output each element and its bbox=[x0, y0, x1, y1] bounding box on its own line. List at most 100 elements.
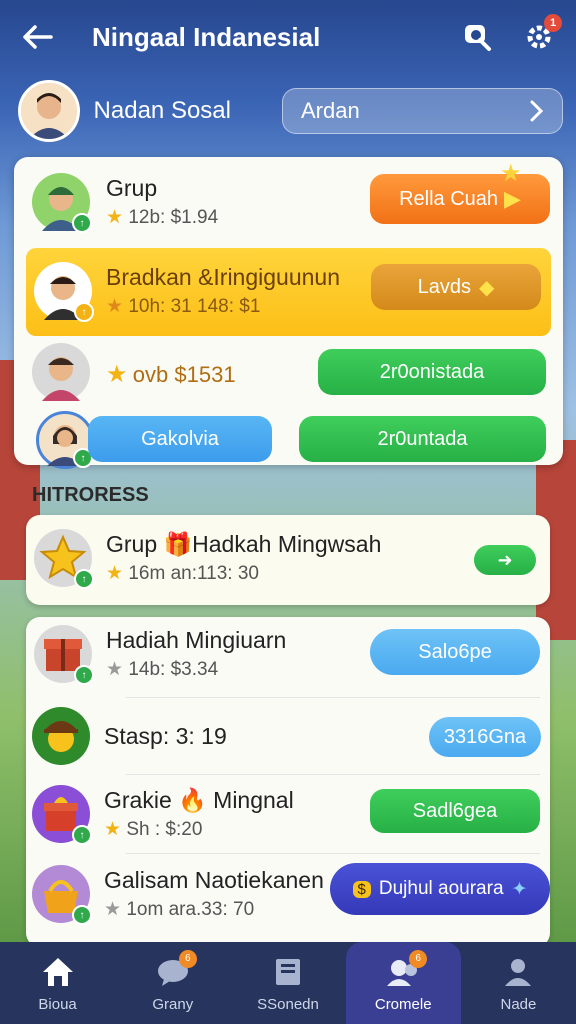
online-badge: ↑ bbox=[72, 825, 92, 845]
star-icon: ★ bbox=[104, 899, 122, 920]
avatar[interactable]: ↑ bbox=[36, 411, 94, 469]
tab-label: Grany bbox=[152, 995, 194, 1013]
item-name: Stasp: 3: 19 bbox=[104, 722, 227, 749]
button-label: 2r0onistada bbox=[379, 360, 485, 383]
star-icon: ★ bbox=[106, 563, 124, 584]
progress-card[interactable]: ↑ Grup 🎁Hadkah Mingwsah ★ 16m an:113: 30… bbox=[26, 515, 550, 605]
tab-label: Nade bbox=[500, 995, 537, 1013]
rewards-card: ↑ Hadiah Mingiuarn ★ 14b: $3.34 Salo6pe … bbox=[26, 617, 550, 947]
3316gna-button[interactable]: 3316Gna bbox=[429, 717, 541, 757]
tab-badge: 6 bbox=[409, 949, 428, 968]
star-icon: ★ bbox=[106, 659, 124, 680]
item-name: Hadiah Mingiuarn bbox=[106, 627, 287, 653]
dujhul-aourara-button[interactable]: $ Dujhul aourara ✦ bbox=[330, 863, 550, 915]
community-icon: 6 bbox=[385, 949, 428, 990]
avatar: ↑ bbox=[34, 262, 94, 322]
home-icon bbox=[40, 954, 76, 990]
notification-badge: 1 bbox=[544, 14, 562, 32]
tab-bioua[interactable]: Bioua bbox=[0, 942, 115, 1024]
star-icon: ★ bbox=[104, 819, 122, 840]
item-name: Grup bbox=[106, 175, 158, 201]
tab-label: SSonedn bbox=[257, 995, 319, 1013]
search-icon bbox=[465, 25, 491, 51]
chat-icon: 6 bbox=[155, 949, 197, 990]
button-label: Rella Cuah bbox=[399, 187, 499, 210]
diamond-icon: ◆ bbox=[478, 276, 495, 299]
user-row: Nadan Sosal Ardan bbox=[18, 80, 563, 142]
search-button[interactable] bbox=[460, 20, 494, 54]
tab-badge: 6 bbox=[178, 949, 197, 968]
avatar: ↑ bbox=[32, 785, 92, 845]
list-item[interactable]: Stasp: 3: 19 bbox=[32, 707, 227, 765]
tab-label: Bioua bbox=[38, 995, 77, 1013]
list-item[interactable]: ↑ Grakie 🔥 Mingnal ★ Sh : $:20 bbox=[32, 785, 294, 845]
search-field[interactable]: Ardan bbox=[282, 88, 563, 134]
sparkle-icon: ★ bbox=[500, 160, 522, 187]
divider bbox=[126, 697, 540, 698]
arrow-left-icon bbox=[23, 25, 53, 49]
item-meta: ovb $1531 bbox=[132, 361, 236, 387]
forward-button[interactable]: ➜ bbox=[474, 545, 536, 575]
avatar[interactable] bbox=[18, 80, 80, 142]
online-badge: ↑ bbox=[74, 569, 94, 589]
button-label: Salo6pe bbox=[418, 640, 492, 663]
item-meta: 12b: $1.94 bbox=[128, 207, 219, 228]
star-icon: ★ bbox=[106, 360, 128, 388]
list-item[interactable]: ↑ Galisam Naotiekanen ★ 1om ara.33: 70 bbox=[32, 865, 324, 925]
avatar bbox=[32, 343, 90, 401]
avatar: ↑ bbox=[32, 865, 92, 925]
list-item[interactable]: ↑ Grup ★ 12b: $1.94 bbox=[32, 173, 219, 233]
profile-icon bbox=[500, 954, 536, 990]
sadl6gea-button[interactable]: Sadl6gea bbox=[370, 789, 540, 833]
divider bbox=[126, 774, 540, 775]
list-item[interactable]: ↑ Hadiah Mingiuarn ★ 14b: $3.34 bbox=[34, 625, 287, 685]
gakolvia-button[interactable]: Gakolvia bbox=[88, 416, 272, 462]
button-label: Lavds bbox=[417, 275, 471, 298]
star-icon: ★ bbox=[106, 296, 124, 317]
avatar: ↑ bbox=[32, 173, 92, 233]
play-icon: ▶ bbox=[504, 186, 521, 211]
search-value: Ardan bbox=[301, 98, 360, 123]
2r0untada-button[interactable]: 2r0untada bbox=[299, 416, 546, 462]
item-meta: 14b: $3.34 bbox=[128, 659, 219, 680]
item-name: Bradkan &Iringiguunun bbox=[106, 264, 340, 290]
online-badge: ↑ bbox=[72, 905, 92, 925]
rella-cuah-button[interactable]: Rella Cuah ▶ bbox=[370, 174, 550, 224]
tab-cromele[interactable]: 6 Cromele bbox=[345, 942, 461, 1024]
rank-badge: ↑ bbox=[74, 302, 94, 322]
tab-grany[interactable]: 6 Grany bbox=[115, 942, 230, 1024]
divider bbox=[126, 853, 540, 854]
settings-button[interactable]: 1 bbox=[522, 14, 562, 54]
avatar: ↑ bbox=[34, 625, 94, 685]
2r0onistada-button[interactable]: 2r0onistada bbox=[318, 349, 546, 395]
item-name: Grakie 🔥 Mingnal bbox=[104, 787, 294, 813]
list-item[interactable]: ★ ovb $1531 bbox=[32, 343, 236, 401]
item-meta: 16m an:113: 30 bbox=[128, 563, 259, 584]
online-badge: ↑ bbox=[72, 213, 92, 233]
coin-icon: $ bbox=[352, 880, 371, 898]
highlighted-list-item[interactable]: ↑ Bradkan &Iringiguunun ★ 10h: 31 148: $… bbox=[26, 248, 551, 336]
online-badge: ↑ bbox=[74, 665, 94, 685]
salo6pe-button[interactable]: Salo6pe bbox=[370, 629, 540, 675]
button-label: Dujhul aourara bbox=[378, 878, 504, 899]
chevron-right-icon bbox=[530, 100, 544, 122]
button-label: 3316Gna bbox=[443, 725, 527, 748]
button-label: Sadl6gea bbox=[412, 799, 498, 822]
top-bar: Ningaal Indanesial 1 bbox=[0, 0, 576, 74]
item-meta: Sh : $:20 bbox=[126, 819, 203, 840]
star-icon: ★ bbox=[106, 207, 124, 228]
page-title: Ningaal Indanesial bbox=[92, 21, 321, 52]
sparkle-icon: ✦ bbox=[511, 878, 528, 900]
tab-label: Cromele bbox=[374, 995, 432, 1013]
back-button[interactable] bbox=[20, 19, 56, 55]
tab-nade[interactable]: Nade bbox=[461, 942, 576, 1024]
item-meta: 10h: 31 148: $1 bbox=[128, 296, 261, 317]
lavds-button[interactable]: Lavds ◆ bbox=[371, 264, 541, 310]
button-label: 2r0untada bbox=[377, 427, 468, 450]
section-title: HITRORESS bbox=[32, 484, 149, 506]
bottom-tab-bar: Bioua 6 Grany SSonedn 6 Cromele Nade bbox=[0, 942, 576, 1024]
tab-ssonedn[interactable]: SSonedn bbox=[230, 942, 345, 1024]
user-name: Nadan Sosal bbox=[93, 97, 231, 124]
avatar bbox=[32, 707, 90, 765]
item-name: Grup 🎁Hadkah Mingwsah bbox=[106, 531, 382, 557]
